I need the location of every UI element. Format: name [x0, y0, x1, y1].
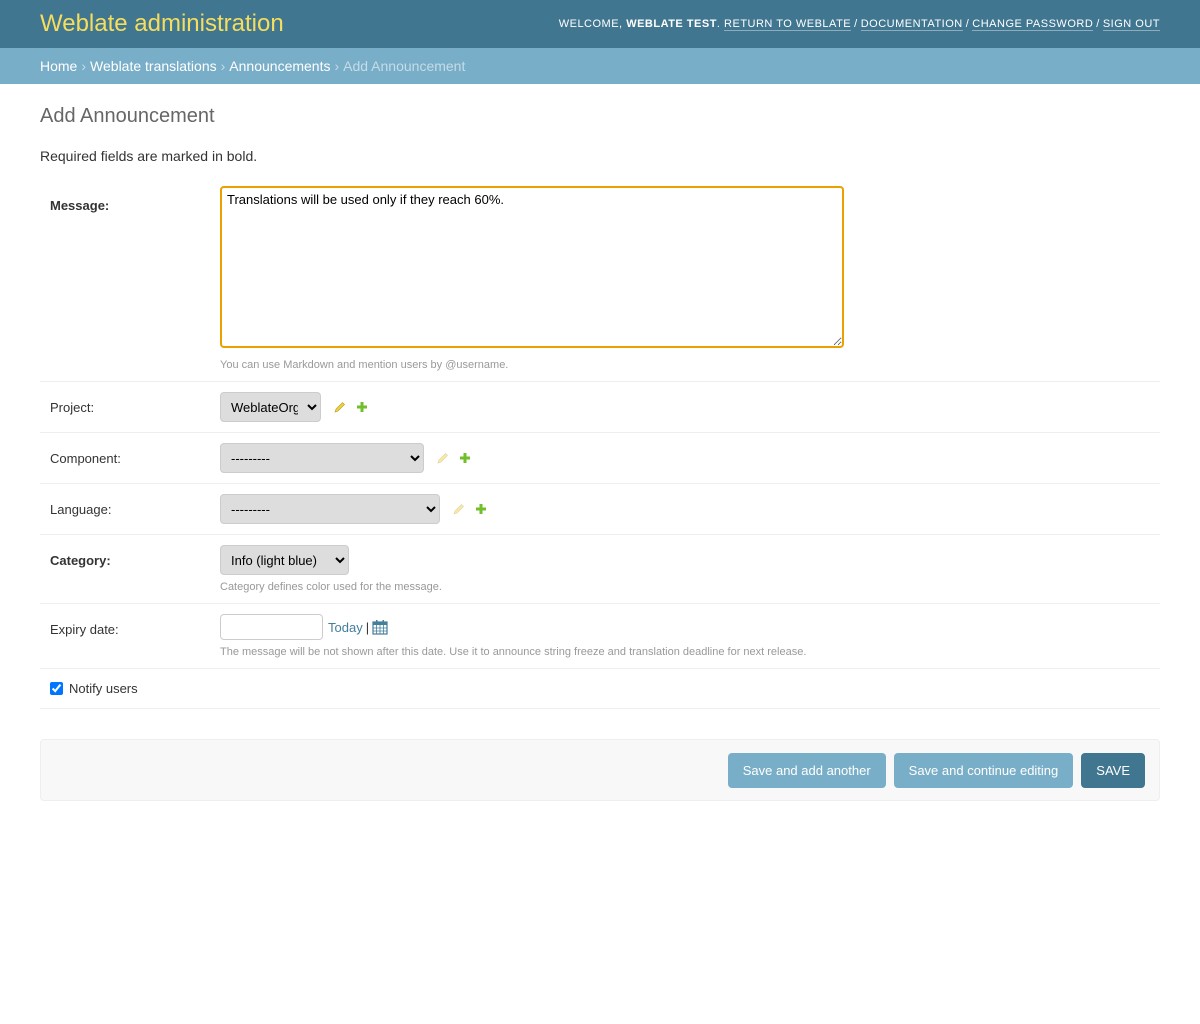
category-select[interactable]: Info (light blue)	[220, 545, 349, 575]
documentation-link[interactable]: Documentation	[860, 18, 963, 31]
component-label: Component:	[50, 450, 121, 466]
breadcrumb-weblate-translations[interactable]: Weblate translations	[90, 58, 217, 74]
language-select[interactable]: ---------	[220, 494, 440, 524]
expiry-help: The message will be not shown after this…	[220, 646, 807, 658]
notify-row: Notify users	[40, 669, 1160, 709]
pencil-icon	[453, 504, 464, 515]
expiry-row: Expiry date: Today | The message will be…	[40, 604, 1160, 669]
today-link[interactable]: Today	[328, 620, 363, 635]
welcome-text: Welcome,	[558, 18, 623, 30]
message-label: Message:	[50, 198, 110, 213]
submit-row: Save and add another Save and continue e…	[40, 739, 1160, 801]
message-row: Message: Translations will be used only …	[40, 186, 1160, 382]
notify-users-label[interactable]: Notify users	[69, 681, 138, 696]
user-tools: Welcome, Weblate Test. Return to Weblate…	[558, 18, 1160, 31]
site-title: Weblate administration	[40, 10, 284, 37]
page-title: Add Announcement	[40, 105, 215, 127]
breadcrumb-home[interactable]: Home	[40, 58, 77, 74]
expiry-date-input[interactable]	[220, 614, 323, 640]
breadcrumb-announcements[interactable]: Announcements	[229, 58, 330, 74]
sign-out-link[interactable]: Sign out	[1102, 18, 1160, 31]
project-row: Project: WeblateOrg	[40, 382, 1160, 433]
language-row: Language: ---------	[40, 484, 1160, 535]
expiry-label: Expiry date:	[50, 622, 119, 637]
project-label: Project:	[50, 399, 95, 415]
component-select[interactable]: ---------	[220, 443, 424, 473]
header: Weblate administration Welcome, Weblate …	[0, 0, 1200, 48]
change-password-link[interactable]: Change password	[972, 18, 1094, 31]
notify-users-checkbox[interactable]	[50, 682, 63, 695]
calendar-icon[interactable]	[372, 619, 388, 635]
plus-icon[interactable]	[474, 502, 488, 516]
save-and-add-another-button[interactable]: Save and add another	[727, 752, 886, 788]
category-label: Category:	[50, 553, 111, 568]
message-textarea[interactable]: Translations will be used only if they r…	[220, 186, 844, 348]
plus-icon[interactable]	[458, 451, 472, 465]
category-help: Category defines color used for the mess…	[220, 581, 442, 593]
pencil-icon	[437, 453, 448, 464]
breadcrumb: Home › Weblate translations › Announceme…	[0, 48, 1200, 84]
language-label: Language:	[50, 501, 112, 517]
username: Weblate Test	[626, 18, 717, 30]
return-link[interactable]: Return to Weblate	[724, 18, 852, 31]
category-row: Category: Info (light blue) Category def…	[40, 535, 1160, 604]
pencil-icon[interactable]	[333, 400, 347, 414]
component-row: Component: ---------	[40, 433, 1160, 484]
project-select[interactable]: WeblateOrg	[220, 392, 321, 422]
breadcrumb-current: Add Announcement	[343, 58, 466, 74]
save-and-continue-button[interactable]: Save and continue editing	[893, 752, 1074, 788]
required-note: Required fields are marked in bold.	[40, 148, 258, 164]
today-separator: |	[365, 619, 370, 635]
save-button[interactable]: Save	[1081, 752, 1145, 788]
content: Add Announcement Required fields are mar…	[0, 104, 1200, 801]
message-help: You can use Markdown and mention users b…	[220, 359, 509, 371]
plus-icon[interactable]	[355, 400, 369, 414]
